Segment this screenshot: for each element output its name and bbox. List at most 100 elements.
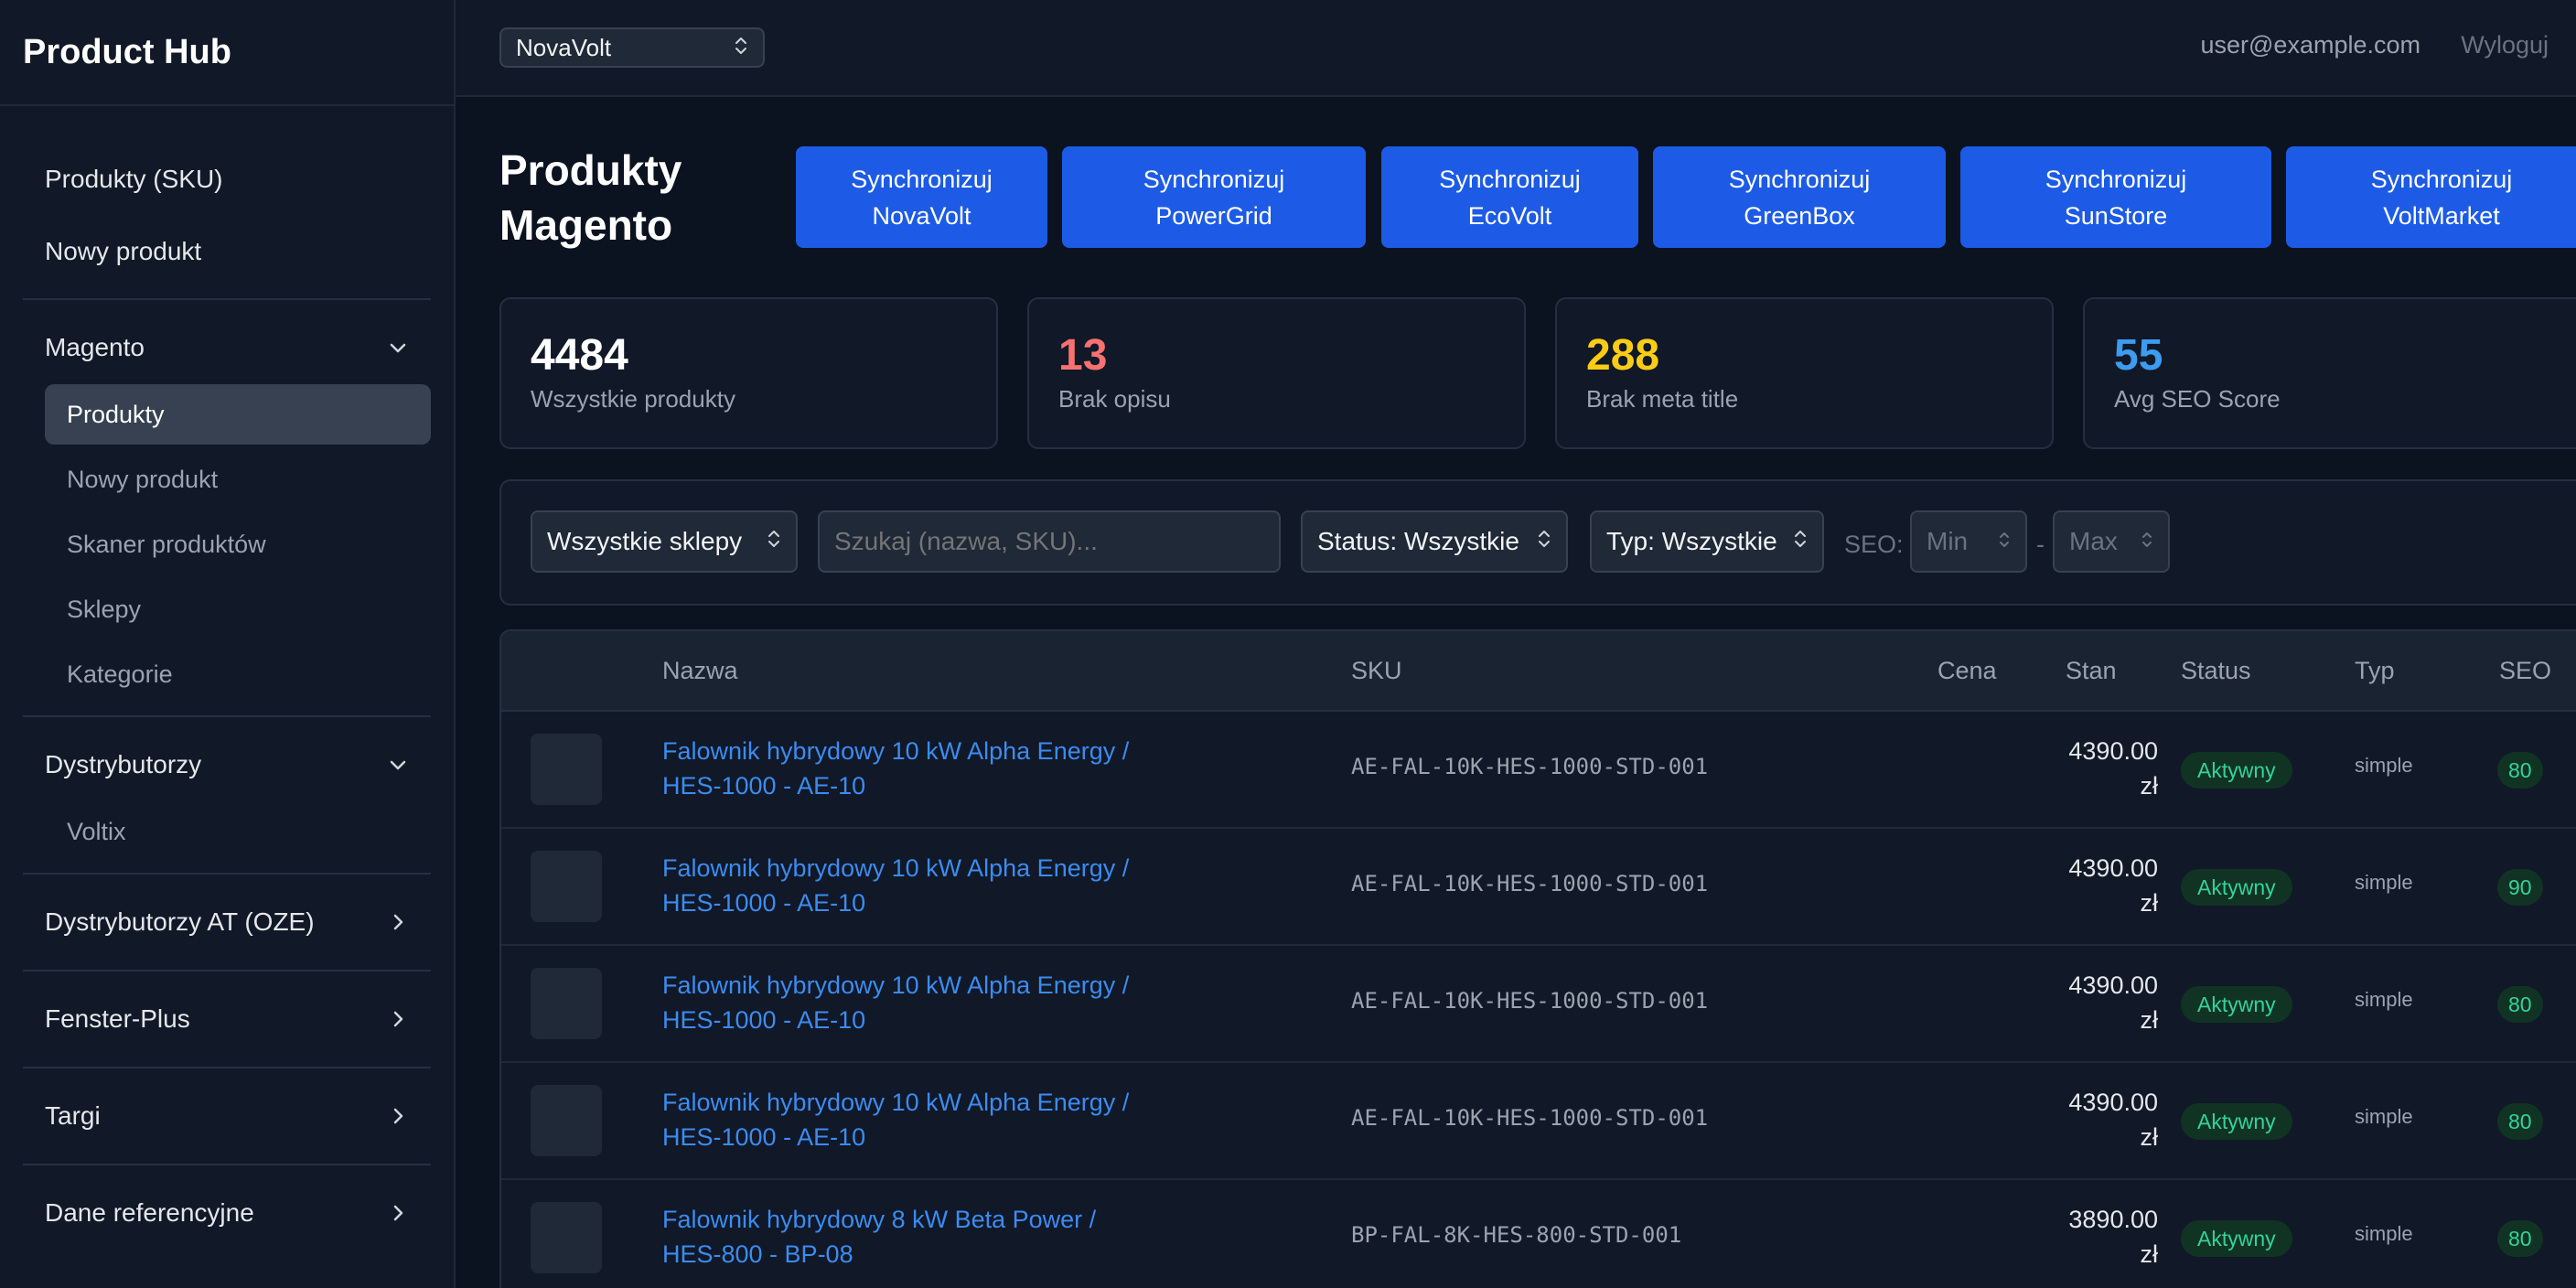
status-badge: Aktywny xyxy=(2181,986,2292,1023)
sync-button-line2: GreenBox xyxy=(1744,201,1855,230)
page-title: Produkty Magento xyxy=(499,146,682,249)
status-badge: Aktywny xyxy=(2181,1103,2292,1140)
table-row[interactable]: Falownik hybrydowy 10 kW Alpha Energy / … xyxy=(501,829,2576,946)
sidebar-group-dystrybutorzy[interactable]: Dystrybutorzy xyxy=(23,728,431,801)
product-thumbnail xyxy=(531,734,602,805)
stat-card-missing-description: 13 Brak opisu xyxy=(1027,297,1526,449)
sync-button-line1: Synchronizuj xyxy=(1143,165,1285,193)
column-header-seo[interactable]: SEO xyxy=(2499,657,2551,685)
sidebar-divider xyxy=(23,1164,431,1165)
sidebar-group-magento[interactable]: Magento xyxy=(23,311,431,384)
status-badge: Aktywny xyxy=(2181,1220,2292,1257)
sidebar-divider xyxy=(23,298,431,300)
product-thumbnail xyxy=(531,1085,602,1156)
sidebar-item-voltix[interactable]: Voltix xyxy=(45,801,431,862)
stat-value: 4484 xyxy=(531,331,628,380)
sync-button-line2: EcoVolt xyxy=(1467,201,1552,230)
sidebar-item-nowy-produkt-magento[interactable]: Nowy produkt xyxy=(45,449,431,510)
status-filter-value: Status: Wszystkie xyxy=(1317,527,1519,555)
app-title: Product Hub xyxy=(0,0,454,106)
status-badge: Aktywny xyxy=(2181,869,2292,906)
sidebar-group-label: Dystrybutorzy AT (OZE) xyxy=(45,907,315,936)
seo-score-badge: 80 xyxy=(2497,752,2543,789)
sync-novavolt-button[interactable]: Synchronizuj NovaVolt xyxy=(796,146,1047,248)
seo-score-badge: 90 xyxy=(2497,869,2543,906)
sidebar-item-skaner[interactable]: Skaner produktów xyxy=(45,514,431,574)
column-header-stock[interactable]: Stan xyxy=(2066,657,2117,685)
sync-button-line2: NovaVolt xyxy=(872,201,971,230)
stat-label: Avg SEO Score xyxy=(2114,385,2281,413)
product-name-line1: Falownik hybrydowy 10 kW Alpha Energy / xyxy=(662,1089,1130,1116)
table-row[interactable]: Falownik hybrydowy 10 kW Alpha Energy / … xyxy=(501,712,2576,829)
product-name-line2: HES-1000 - AE-10 xyxy=(662,889,866,917)
product-thumbnail xyxy=(531,968,602,1039)
seo-score-badge: 80 xyxy=(2497,986,2543,1023)
column-header-name[interactable]: Nazwa xyxy=(662,657,738,685)
products-table: Nazwa SKU Cena Stan Status Typ SEO Falow… xyxy=(499,629,2576,1288)
product-type: simple xyxy=(2355,1222,2413,1245)
product-name-link[interactable]: Falownik hybrydowy 8 kW Beta Power / HES… xyxy=(662,1202,1175,1272)
product-type: simple xyxy=(2355,871,2413,894)
column-header-sku[interactable]: SKU xyxy=(1351,657,1402,685)
column-header-type[interactable]: Typ xyxy=(2355,657,2395,685)
sidebar-group-dane-referencyjne[interactable]: Dane referencyjne xyxy=(23,1176,431,1250)
stepper-icon xyxy=(1998,527,2011,556)
sync-button-line2: PowerGrid xyxy=(1155,201,1272,230)
stat-card-avg-seo: 55 Avg SEO Score xyxy=(2083,297,2576,449)
sidebar-item-sklepy[interactable]: Sklepy xyxy=(45,579,431,639)
sidebar-group-fenster-plus[interactable]: Fenster-Plus xyxy=(23,982,431,1056)
product-name-link[interactable]: Falownik hybrydowy 10 kW Alpha Energy / … xyxy=(662,734,1175,803)
status-filter-select[interactable]: Status: Wszystkie xyxy=(1301,510,1568,573)
sidebar-item-nowy-produkt[interactable]: Nowy produkt xyxy=(23,215,431,287)
sidebar-item-kategorie[interactable]: Kategorie xyxy=(45,644,431,704)
product-name-line1: Falownik hybrydowy 10 kW Alpha Energy / xyxy=(662,854,1130,882)
chevron-down-icon xyxy=(387,337,409,359)
sidebar-group-label: Dystrybutorzy xyxy=(45,750,202,778)
table-row[interactable]: Falownik hybrydowy 10 kW Alpha Energy / … xyxy=(501,1063,2576,1180)
table-row[interactable]: Falownik hybrydowy 10 kW Alpha Energy / … xyxy=(501,946,2576,1063)
product-price-currency: zł xyxy=(2140,889,2159,917)
stat-label: Brak opisu xyxy=(1058,385,1171,413)
table-row[interactable]: Falownik hybrydowy 8 kW Beta Power / HES… xyxy=(501,1180,2576,1288)
store-select[interactable]: NovaVolt xyxy=(499,27,765,68)
stat-card-all-products: 4484 Wszystkie produkty xyxy=(499,297,998,449)
product-name-link[interactable]: Falownik hybrydowy 10 kW Alpha Energy / … xyxy=(662,851,1175,920)
stat-card-missing-meta-title: 288 Brak meta title xyxy=(1555,297,2054,449)
sync-button-line2: SunStore xyxy=(2064,201,2168,230)
search-input[interactable] xyxy=(818,510,1281,573)
sidebar-item-produkty-sku[interactable]: Produkty (SKU) xyxy=(23,143,431,215)
sidebar-group-dystrybutorzy-at[interactable]: Dystrybutorzy AT (OZE) xyxy=(23,886,431,959)
sync-powergrid-button[interactable]: Synchronizuj PowerGrid xyxy=(1062,146,1366,248)
seo-max-input[interactable]: Max xyxy=(2053,510,2170,573)
seo-range-dash: - xyxy=(2036,531,2045,558)
product-name-line2: HES-800 - BP-08 xyxy=(662,1240,853,1268)
type-filter-select[interactable]: Typ: Wszystkie xyxy=(1590,510,1824,573)
store-filter-select[interactable]: Wszystkie sklepy xyxy=(531,510,798,573)
main-content: Produkty Magento Synchronizuj NovaVolt S… xyxy=(456,97,2576,1288)
sync-voltmarket-button[interactable]: Synchronizuj VoltMarket xyxy=(2286,146,2576,248)
chevron-down-icon xyxy=(387,754,409,776)
stat-value: 55 xyxy=(2114,331,2163,380)
product-price-amount: 4390.00 xyxy=(2068,737,2158,765)
product-type: simple xyxy=(2355,988,2413,1011)
product-name-link[interactable]: Falownik hybrydowy 10 kW Alpha Energy / … xyxy=(662,1085,1175,1154)
product-name-link[interactable]: Falownik hybrydowy 10 kW Alpha Energy / … xyxy=(662,968,1175,1037)
stat-value: 13 xyxy=(1058,331,1108,380)
sidebar-group-targi[interactable]: Targi xyxy=(23,1079,431,1153)
product-price-amount: 4390.00 xyxy=(2068,1089,2158,1116)
column-header-status[interactable]: Status xyxy=(2181,657,2251,685)
seo-min-input[interactable]: Min xyxy=(1910,510,2027,573)
sync-sunstore-button[interactable]: Synchronizuj SunStore xyxy=(1960,146,2271,248)
column-header-price[interactable]: Cena xyxy=(1937,657,1997,685)
product-price-amount: 3890.00 xyxy=(2068,1206,2158,1233)
status-badge: Aktywny xyxy=(2181,752,2292,789)
chevron-right-icon xyxy=(387,1202,409,1224)
chevron-right-icon xyxy=(387,1105,409,1127)
sync-ecovolt-button[interactable]: Synchronizuj EcoVolt xyxy=(1381,146,1638,248)
sidebar-item-produkty[interactable]: Produkty xyxy=(45,384,431,445)
sidebar-divider xyxy=(23,970,431,971)
product-thumbnail xyxy=(531,851,602,922)
product-price: 4390.00 zł xyxy=(2030,851,2158,920)
sync-greenbox-button[interactable]: Synchronizuj GreenBox xyxy=(1653,146,1946,248)
logout-link[interactable]: Wyloguj xyxy=(2461,31,2549,59)
